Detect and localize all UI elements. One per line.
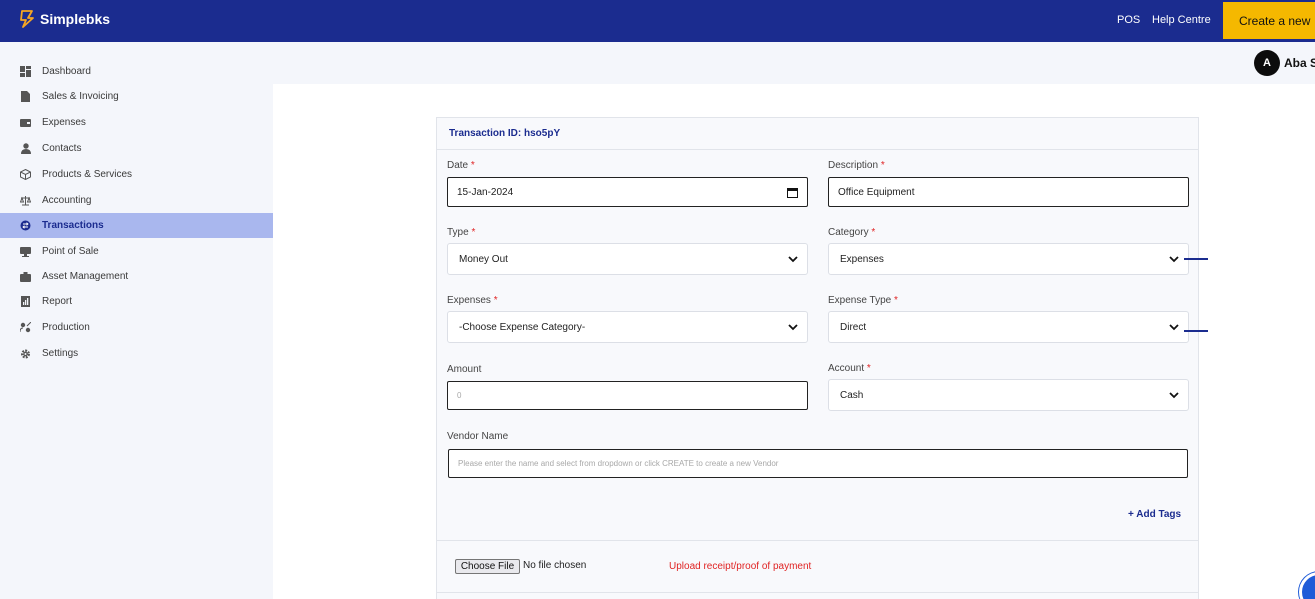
sidebar-item-report[interactable]: Report xyxy=(0,289,273,314)
expense-type-label: Expense Type * xyxy=(828,295,898,306)
sidebar-item-label: Accounting xyxy=(42,195,92,206)
sidebar-item-label: Asset Management xyxy=(42,271,129,282)
chevron-down-icon xyxy=(1169,256,1179,263)
account-label: Account * xyxy=(828,363,871,374)
sidebar-item-label: Production xyxy=(42,322,90,333)
add-tags-link[interactable]: + Add Tags xyxy=(1128,509,1181,520)
type-select[interactable]: Money Out xyxy=(447,243,808,275)
description-label: Description * xyxy=(828,160,885,171)
production-icon xyxy=(20,322,31,333)
box-icon xyxy=(20,169,31,180)
sidebar-item-dashboard[interactable]: Dashboard xyxy=(0,59,273,84)
amount-label: Amount xyxy=(447,364,482,375)
create-new-button[interactable]: Create a new xyxy=(1223,2,1315,39)
vendor-name-label: Vendor Name xyxy=(447,431,509,442)
sidebar-item-label: Sales & Invoicing xyxy=(42,91,119,102)
sidebar: Dashboard Sales & Invoicing Expenses Con… xyxy=(0,42,273,599)
scale-icon xyxy=(20,195,31,206)
date-value: 15-Jan-2024 xyxy=(457,186,514,198)
description-value: Office Equipment xyxy=(838,186,915,198)
vendor-name-placeholder: Please enter the name and select from dr… xyxy=(458,459,779,468)
amount-placeholder: 0 xyxy=(457,391,462,400)
sidebar-item-settings[interactable]: Settings xyxy=(0,341,273,366)
wallet-icon xyxy=(20,117,31,128)
document-icon xyxy=(20,91,31,102)
chevron-down-icon xyxy=(1169,392,1179,399)
sidebar-item-products-services[interactable]: Products & Services xyxy=(0,162,273,187)
sidebar-item-accounting[interactable]: Accounting xyxy=(0,188,273,213)
sidebar-item-label: Dashboard xyxy=(42,66,91,77)
account-value: Cash xyxy=(840,389,864,401)
category-select[interactable]: Expenses xyxy=(828,243,1189,275)
amount-field[interactable]: 0 xyxy=(447,381,808,410)
brand-name: Simplebks xyxy=(40,11,111,27)
report-icon xyxy=(20,296,31,307)
section-divider xyxy=(437,592,1198,593)
chevron-down-icon xyxy=(1169,324,1179,331)
pos-link[interactable]: POS xyxy=(1117,14,1140,26)
description-field[interactable]: Office Equipment xyxy=(828,177,1189,207)
sidebar-item-label: Transactions xyxy=(42,220,104,231)
sidebar-item-expenses[interactable]: Expenses xyxy=(0,110,273,135)
expenses-select[interactable]: -Choose Expense Category- xyxy=(447,311,808,343)
brand-logo[interactable]: Simplebks xyxy=(18,9,110,29)
sidebar-item-contacts[interactable]: Contacts xyxy=(0,136,273,161)
simplebks-logo-icon xyxy=(20,10,34,28)
sidebar-item-sales-invoicing[interactable]: Sales & Invoicing xyxy=(0,84,273,109)
transfer-icon xyxy=(20,220,31,231)
file-status: No file chosen xyxy=(523,560,587,571)
chat-widget-button[interactable] xyxy=(1299,572,1315,599)
transaction-id: Transaction ID: hso5pY xyxy=(449,128,561,139)
top-navigation-bar: Simplebks POS Help Centre Create a new xyxy=(0,0,1315,42)
sidebar-item-label: Settings xyxy=(42,348,79,359)
section-divider xyxy=(437,540,1198,541)
expense-type-value: Direct xyxy=(840,321,867,333)
expenses-value: -Choose Expense Category- xyxy=(459,321,586,333)
type-label: Type * xyxy=(447,227,476,238)
sidebar-item-point-of-sale[interactable]: Point of Sale xyxy=(0,239,273,264)
person-icon xyxy=(20,143,31,154)
dashboard-icon xyxy=(20,66,31,77)
upload-receipt-note: Upload receipt/proof of payment xyxy=(669,561,812,572)
asset-icon xyxy=(20,271,31,282)
sidebar-item-label: Expenses xyxy=(42,117,86,128)
sidebar-item-label: Contacts xyxy=(42,143,82,154)
user-name[interactable]: Aba S xyxy=(1284,56,1315,70)
date-label: Date * xyxy=(447,160,475,171)
card-header: Transaction ID: hso5pY xyxy=(437,118,1198,150)
sidebar-item-transactions[interactable]: Transactions xyxy=(0,213,273,238)
sidebar-item-production[interactable]: Production xyxy=(0,315,273,340)
sidebar-item-label: Report xyxy=(42,296,73,307)
chevron-down-icon xyxy=(788,324,798,331)
sidebar-item-asset-management[interactable]: Asset Management xyxy=(0,264,273,289)
chevron-down-icon xyxy=(788,256,798,263)
expense-type-select[interactable]: Direct xyxy=(828,311,1189,343)
vendor-name-field[interactable]: Please enter the name and select from dr… xyxy=(448,449,1188,478)
calendar-icon[interactable] xyxy=(787,187,798,198)
type-value: Money Out xyxy=(459,253,508,265)
choose-file-button[interactable]: Choose File xyxy=(455,559,520,574)
help-centre-link[interactable]: Help Centre xyxy=(1152,14,1211,26)
avatar[interactable]: A xyxy=(1254,50,1280,76)
gear-icon xyxy=(20,348,31,359)
sidebar-item-label: Point of Sale xyxy=(42,246,99,257)
category-label: Category * xyxy=(828,227,876,238)
category-indicator-line xyxy=(1184,258,1208,260)
category-value: Expenses xyxy=(840,253,884,265)
expenses-label: Expenses * xyxy=(447,295,498,306)
date-field[interactable]: 15-Jan-2024 xyxy=(447,177,808,207)
monitor-icon xyxy=(20,246,31,257)
sidebar-item-label: Products & Services xyxy=(42,169,133,180)
account-select[interactable]: Cash xyxy=(828,379,1189,411)
expense-type-indicator-line xyxy=(1184,330,1208,332)
